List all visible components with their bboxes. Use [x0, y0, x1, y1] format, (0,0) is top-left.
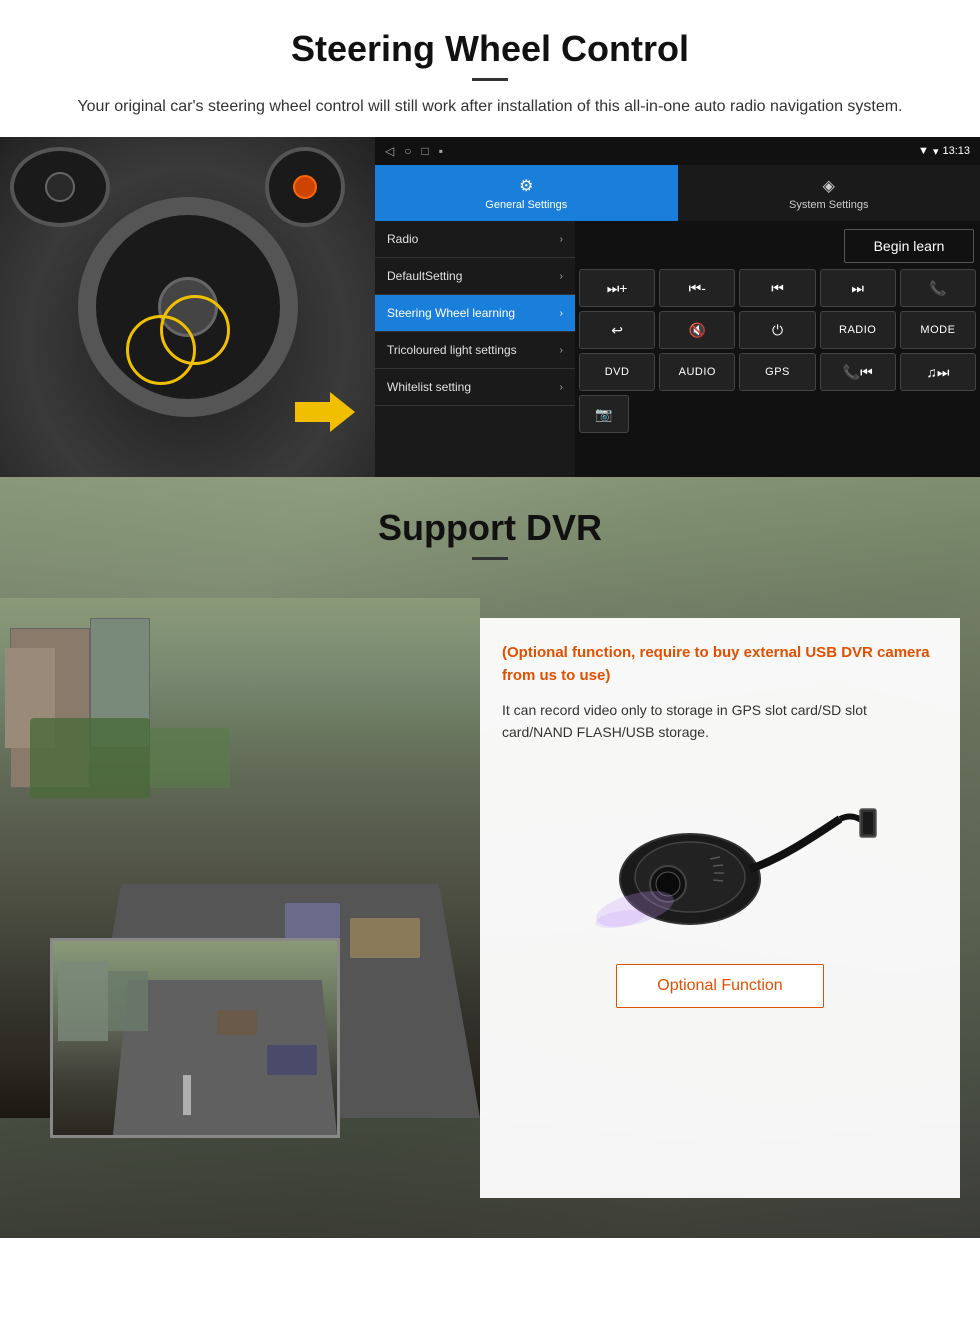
steering-photo	[0, 137, 375, 477]
button-row-2: ↩ 🔇 ⏻ RADIO MODE	[579, 311, 976, 349]
dvr-camera-image	[502, 764, 938, 944]
menu-item-radio[interactable]: Radio ›	[375, 221, 575, 258]
chevron-icon: ›	[560, 271, 563, 282]
section1-title: Steering Wheel Control	[60, 28, 920, 70]
wifi-icon: ▾	[933, 145, 939, 158]
menu-item-tricoloured[interactable]: Tricoloured light settings ›	[375, 332, 575, 369]
chevron-icon: ›	[560, 234, 563, 245]
android-content-area: Radio › DefaultSetting › Steering Wheel …	[375, 221, 980, 477]
radio-btn[interactable]: RADIO	[820, 311, 896, 349]
vol-down-btn[interactable]: ⏮-	[659, 269, 735, 307]
dvr-title-area: Support DVR	[0, 477, 980, 598]
time-display: 13:13	[942, 145, 970, 157]
dvr-section: Support DVR	[0, 477, 980, 1238]
menu-item-defaultsetting[interactable]: DefaultSetting ›	[375, 258, 575, 295]
android-statusbar: ◁ ○ □ ▪ ▼ ▾ 13:13	[375, 137, 980, 165]
optional-btn-row: Optional Function	[502, 964, 938, 1008]
dvr-optional-warning: (Optional function, require to buy exter…	[502, 642, 938, 687]
android-settings-menu: Radio › DefaultSetting › Steering Wheel …	[375, 221, 575, 477]
mode-btn[interactable]: MODE	[900, 311, 976, 349]
button-row-1: ⏭+ ⏮- ⏮ ⏭ 📞	[579, 269, 976, 307]
phone-btn[interactable]: 📞	[900, 269, 976, 307]
steering-wheel-ring	[78, 197, 298, 417]
dvr-section-content: Support DVR	[0, 477, 980, 1238]
chevron-icon: ›	[560, 345, 563, 356]
menu-item-tricoloured-label: Tricoloured light settings	[387, 343, 517, 357]
right-control-highlight	[160, 295, 230, 365]
dvr-main-area: (Optional function, require to buy exter…	[0, 598, 980, 1238]
tab-general-settings[interactable]: ⚙ General Settings	[375, 165, 678, 221]
menu-item-defaultsetting-label: DefaultSetting	[387, 269, 462, 283]
gear-icon: ⚙	[519, 176, 533, 196]
signal-icon: ▼	[918, 145, 929, 157]
chevron-icon: ›	[560, 308, 563, 319]
prev-btn[interactable]: ⏮	[739, 269, 815, 307]
dvr-title-divider	[472, 557, 508, 560]
dvr-description: It can record video only to storage in G…	[502, 699, 938, 744]
menu-item-whitelist-label: Whitelist setting	[387, 380, 471, 394]
dvr-title: Support DVR	[60, 507, 920, 549]
android-tabs: ⚙ General Settings ◈ System Settings	[375, 165, 980, 221]
system-icon: ◈	[823, 176, 835, 196]
dvr-inset-screen	[50, 938, 340, 1138]
next-btn[interactable]: ⏭	[820, 269, 896, 307]
arrow-indicator	[295, 387, 355, 437]
hangup-btn[interactable]: ↩	[579, 311, 655, 349]
tab-system-settings[interactable]: ◈ System Settings	[678, 165, 980, 221]
dvr-camera-svg	[560, 769, 880, 939]
menu-item-whitelist[interactable]: Whitelist setting ›	[375, 369, 575, 406]
chevron-icon: ›	[560, 382, 563, 393]
android-ui-panel: ◁ ○ □ ▪ ▼ ▾ 13:13 ⚙ General Settings ◈ S…	[375, 137, 980, 477]
begin-learn-row: Begin learn	[579, 225, 976, 265]
button-row-4: 📷	[579, 395, 976, 433]
optional-function-button[interactable]: Optional Function	[616, 964, 823, 1008]
tab-system-label: System Settings	[789, 199, 868, 211]
steering-ui-container: ◁ ○ □ ▪ ▼ ▾ 13:13 ⚙ General Settings ◈ S…	[0, 137, 980, 477]
section1-description: Your original car's steering wheel contr…	[60, 95, 920, 119]
vol-up-btn[interactable]: ⏭+	[579, 269, 655, 307]
power-btn[interactable]: ⏻	[739, 311, 815, 349]
steering-wheel-graphic	[0, 137, 375, 477]
button-row-3: DVD AUDIO GPS 📞⏮ ♫⏭	[579, 353, 976, 391]
mute-btn[interactable]: 🔇	[659, 311, 735, 349]
dvr-inset-road-bg	[53, 941, 337, 1135]
music-next-btn[interactable]: ♫⏭	[900, 353, 976, 391]
menu-item-steering-wheel[interactable]: Steering Wheel learning ›	[375, 295, 575, 332]
menu-item-steering-label: Steering Wheel learning	[387, 306, 515, 320]
tab-general-label: General Settings	[485, 199, 567, 211]
dvr-info-card: (Optional function, require to buy exter…	[480, 618, 960, 1198]
section1-title-area: Steering Wheel Control Your original car…	[0, 0, 980, 137]
back-button[interactable]: ◁ ○ □ ▪	[385, 144, 443, 158]
audio-btn[interactable]: AUDIO	[659, 353, 735, 391]
camera-btn[interactable]: 📷	[579, 395, 629, 433]
begin-learn-button[interactable]: Begin learn	[844, 229, 974, 263]
android-buttons-panel: Begin learn ⏭+ ⏮- ⏮ ⏭ 📞 ↩ 🔇 ⏻ RADIO MODE	[575, 221, 980, 477]
dvd-btn[interactable]: DVD	[579, 353, 655, 391]
dvr-street-photo	[0, 598, 480, 1198]
gps-btn[interactable]: GPS	[739, 353, 815, 391]
menu-item-radio-label: Radio	[387, 232, 418, 246]
title-divider	[472, 78, 508, 81]
phone-prev-btn[interactable]: 📞⏮	[820, 353, 896, 391]
